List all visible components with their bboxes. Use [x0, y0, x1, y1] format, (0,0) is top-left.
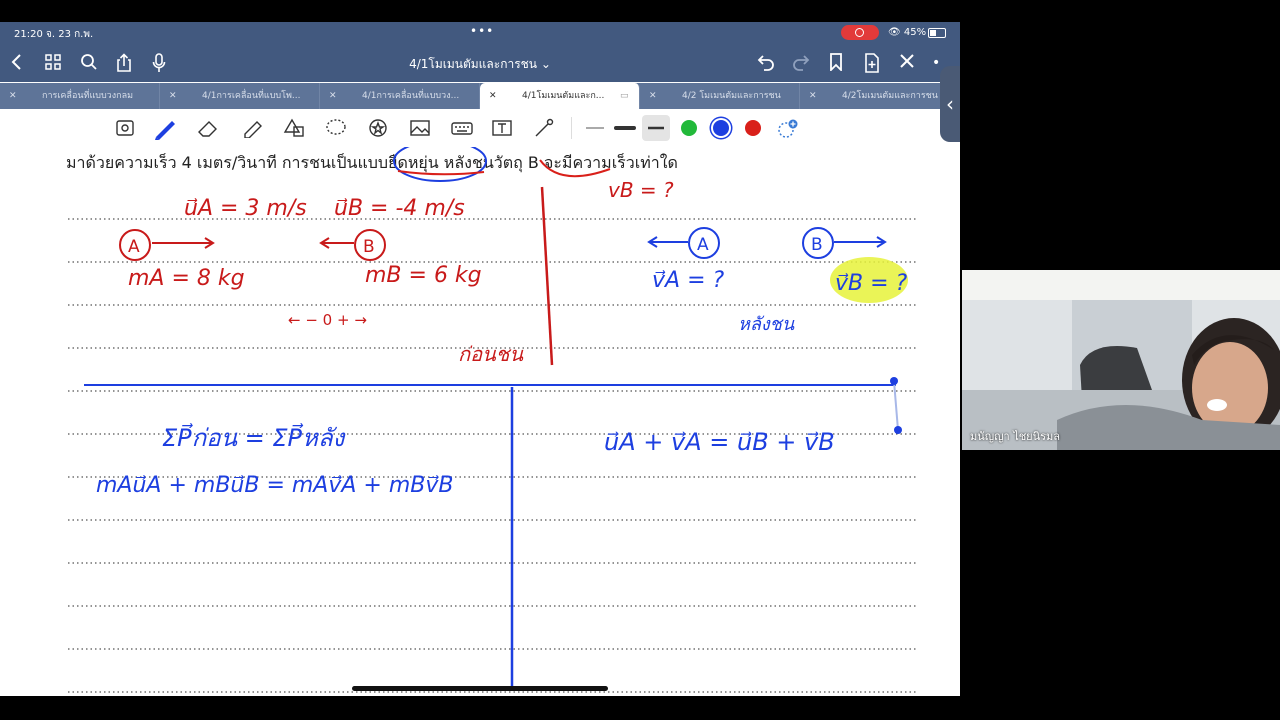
- sticker-icon[interactable]: [366, 118, 390, 138]
- tab-close-icon[interactable]: ✕: [329, 83, 337, 109]
- hw-uA: u⃗A = 3 m/s: [184, 196, 307, 221]
- undo-icon[interactable]: [757, 53, 775, 76]
- arrow-A-right: [152, 237, 215, 249]
- tab-label: 4/1โมเมนตัมและก...: [522, 91, 605, 101]
- ball-A-after-label: A: [697, 235, 709, 255]
- color-blue-swatch-selected[interactable]: [713, 120, 729, 136]
- stroke-medium-icon[interactable]: [613, 118, 637, 138]
- document-title[interactable]: 4/1โมเมนตัมและการชน ⌄: [0, 55, 960, 74]
- stroke-thick-icon[interactable]: [642, 115, 670, 141]
- battery-icon: [928, 28, 946, 38]
- tab-label: 4/1การเคลื่อนที่แบบวง...: [362, 91, 460, 101]
- eye-icon: 👁: [888, 27, 901, 38]
- hw-mA: mA = 8 kg: [128, 266, 245, 291]
- color-green-swatch[interactable]: [681, 120, 697, 136]
- tab-3[interactable]: ✕ 4/1การเคลื่อนที่แบบวง...: [320, 83, 480, 109]
- image-icon[interactable]: [408, 118, 432, 138]
- selection-handle-line[interactable]: [893, 380, 899, 431]
- home-indicator[interactable]: [352, 686, 608, 691]
- drawing-toolbar: [0, 109, 960, 148]
- document-tabs: ✕ การเคลื่อนที่แบบวงกลม ✕ 4/1การเคลื่อนที่…: [0, 83, 960, 109]
- battery-label: 45%: [903, 27, 927, 38]
- tab-label: 4/1การเคลื่อนที่แบบโพ...: [202, 91, 301, 101]
- participant-name: มนัญญา ไชยนิรมล: [970, 430, 1061, 443]
- laser-pointer-icon[interactable]: [532, 118, 556, 138]
- tab-label: 4/2 โมเมนตัมและการชน: [682, 91, 781, 101]
- app-navbar: 4/1โมเมนตัมและการชน ⌄ •: [0, 44, 960, 82]
- participant-video-frame: [962, 270, 1280, 450]
- close-icon[interactable]: [900, 53, 914, 73]
- hw-elastic-equation: u⃗A + v⃗A = u⃗B + v⃗B: [604, 428, 835, 456]
- multitask-dots[interactable]: •••: [470, 24, 494, 38]
- color-red-swatch[interactable]: [745, 120, 761, 136]
- participant-video[interactable]: มนัญญา ไชยนิรมล: [962, 270, 1280, 450]
- ipad-screen: 21:20 จ. 23 ก.พ. ••• 👁 45% 4/1โมเมนตัมแล…: [0, 22, 960, 696]
- pen-icon[interactable]: [152, 118, 176, 140]
- tab-1[interactable]: ✕ การเคลื่อนที่แบบวงกลม: [0, 83, 160, 109]
- redo-icon[interactable]: [792, 53, 810, 76]
- hw-after-label: หลังชน: [738, 314, 795, 335]
- arrow-A-after-left: [647, 236, 688, 248]
- tab-close-icon[interactable]: ✕: [649, 83, 657, 109]
- text-icon[interactable]: [490, 118, 514, 138]
- hw-sign-convention: ← − 0 + →: [288, 311, 367, 329]
- more-icon[interactable]: •: [932, 53, 940, 73]
- battery-percent: 👁 45%: [888, 27, 926, 38]
- lasso-icon[interactable]: [324, 118, 348, 138]
- hw-vB: v⃗B = ?: [835, 271, 908, 296]
- stroke-thin-icon[interactable]: [583, 118, 607, 138]
- hw-uB: u⃗B = -4 m/s: [334, 196, 465, 221]
- tab-close-icon[interactable]: ✕: [169, 83, 177, 109]
- eraser-icon[interactable]: [196, 118, 220, 138]
- tab-4-active[interactable]: ✕ 4/1โมเมนตัมและก... ▭: [480, 83, 640, 109]
- hw-momentum-equation: mAu⃗A + mBu⃗B = mAv⃗A + mBv⃗B: [96, 473, 453, 498]
- problem-text: มาด้วยความเร็ว 4 เมตร/วินาที การชนเป็นแบ…: [66, 152, 678, 173]
- red-divider-line: [540, 186, 554, 366]
- tab-close-icon[interactable]: ✕: [9, 83, 17, 109]
- read-only-icon[interactable]: [114, 118, 138, 138]
- bookmark-icon[interactable]: [829, 53, 843, 76]
- tab-5[interactable]: ✕ 4/2 โมเมนตัมและการชน: [640, 83, 800, 109]
- hw-vB-top: vB = ?: [608, 178, 674, 202]
- keyboard-icon[interactable]: [450, 118, 474, 138]
- tab-2[interactable]: ✕ 4/1การเคลื่อนที่แบบโพ...: [160, 83, 320, 109]
- selection-handle-bottom[interactable]: [894, 426, 902, 434]
- arrow-B-after-right: [834, 236, 887, 248]
- note-page[interactable]: มาด้วยความเร็ว 4 เมตร/วินาที การชนเป็นแบ…: [0, 140, 960, 696]
- tab-label: 4/2โมเมนตัมและการชน: [842, 91, 938, 101]
- status-bar: 21:20 จ. 23 ก.พ. ••• 👁 45%: [0, 22, 960, 44]
- selection-handle-top[interactable]: [890, 377, 898, 385]
- tab-label: การเคลื่อนที่แบบวงกลม: [42, 91, 134, 101]
- split-view-icon[interactable]: ▭: [620, 83, 629, 109]
- ball-B-label: B: [363, 237, 375, 257]
- ball-B-after-label: B: [811, 235, 823, 255]
- hw-before-label: ก่อนชน: [458, 342, 524, 366]
- arrow-B-left: [319, 237, 354, 249]
- toolbar-divider: [571, 117, 572, 139]
- screen-record-icon: [841, 25, 879, 40]
- sidebar-toggle-handle[interactable]: ‹: [940, 66, 960, 142]
- tab-6[interactable]: ✕ 4/2โมเมนตัมและการชน: [800, 83, 960, 109]
- hw-mB: mB = 6 kg: [365, 263, 482, 288]
- shapes-icon[interactable]: [282, 118, 306, 138]
- add-color-icon[interactable]: [776, 118, 800, 138]
- handwriting-canvas[interactable]: มาด้วยความเร็ว 4 เมตร/วินาที การชนเป็นแบ…: [0, 140, 960, 696]
- hw-vA: v⃗A = ?: [652, 268, 724, 293]
- ball-A-label: A: [128, 237, 140, 257]
- tab-close-icon[interactable]: ✕: [809, 83, 817, 109]
- tab-close-icon[interactable]: ✕: [489, 83, 497, 109]
- hw-momentum-sum: ΣP⃗ก่อน = ΣP⃗หลัง: [162, 423, 347, 452]
- status-time: 21:20 จ. 23 ก.พ.: [14, 29, 94, 40]
- highlighter-icon[interactable]: [240, 118, 264, 139]
- add-page-icon[interactable]: [864, 53, 880, 78]
